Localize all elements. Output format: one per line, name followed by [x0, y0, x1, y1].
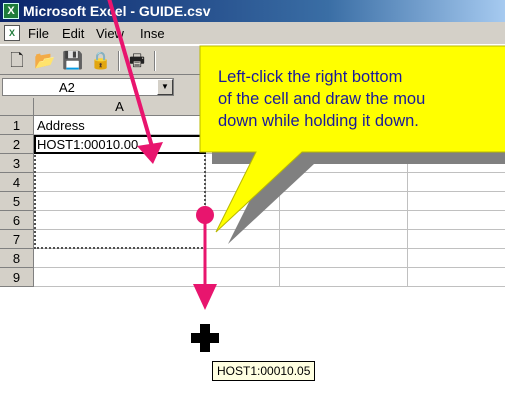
cell[interactable]	[206, 135, 280, 154]
window-title: Microsoft Excel - GUIDE.csv	[23, 3, 211, 19]
name-box[interactable]: A2 ▼	[2, 78, 174, 96]
cell[interactable]: HOST1:00010.00	[34, 135, 206, 154]
cell[interactable]: Address	[34, 116, 206, 135]
save-disk-icon[interactable]: 💾	[62, 50, 84, 72]
row-header[interactable]: 4	[0, 173, 34, 192]
callout-line: Left-click the right bottom	[218, 68, 403, 86]
chevron-down-icon[interactable]: ▼	[157, 79, 173, 95]
row-header[interactable]: 7	[0, 230, 34, 249]
row-header[interactable]: 1	[0, 116, 34, 135]
fill-value-tooltip: HOST1:00010.05	[212, 361, 316, 381]
callout-line: of the cell and draw the mou	[218, 90, 426, 108]
title-bar[interactable]: X Microsoft Excel - GUIDE.csv	[0, 0, 505, 22]
excel-window: X Microsoft Excel - GUIDE.csv X File Edi…	[0, 0, 505, 398]
document-icon[interactable]: X	[4, 25, 20, 41]
column-header-a[interactable]: A	[34, 98, 206, 116]
open-folder-icon[interactable]: 📂	[34, 50, 56, 72]
excel-icon: X	[3, 3, 19, 19]
name-box-value: A2	[59, 80, 75, 95]
worksheet-grid: A 1 Address Phon Type Group No 2 HOST1:0…	[0, 98, 505, 398]
menu-bar: X File Edit View Inse	[0, 22, 505, 45]
menu-view[interactable]: View	[96, 26, 124, 41]
new-document-icon[interactable]: 🗋	[6, 50, 28, 72]
toolbar-separator	[154, 51, 156, 71]
row-header[interactable]: 3	[0, 154, 34, 173]
toolbar-separator	[118, 51, 120, 71]
menu-file[interactable]: File	[28, 26, 49, 41]
menu-insert[interactable]: Inse	[140, 26, 165, 41]
menu-edit[interactable]: Edit	[62, 26, 84, 41]
cell[interactable]: owalarm	[280, 135, 408, 154]
select-all-corner[interactable]	[0, 98, 34, 116]
empty-cells[interactable]	[34, 154, 505, 287]
row-header[interactable]: 6	[0, 211, 34, 230]
print-icon[interactable]: 🖶	[126, 50, 148, 72]
cell[interactable]: 0	[408, 135, 505, 154]
row-header[interactable]: 2	[0, 135, 34, 154]
permission-icon[interactable]: 🔒	[90, 50, 112, 72]
callout-text: Left-click the right bottom of the cell …	[218, 66, 505, 132]
row-header[interactable]: 9	[0, 268, 34, 287]
row-header[interactable]: 5	[0, 192, 34, 211]
row-header[interactable]: 8	[0, 249, 34, 268]
callout-line: down while holding it down.	[218, 112, 419, 130]
screenshot-stage: X Microsoft Excel - GUIDE.csv X File Edi…	[0, 0, 505, 398]
